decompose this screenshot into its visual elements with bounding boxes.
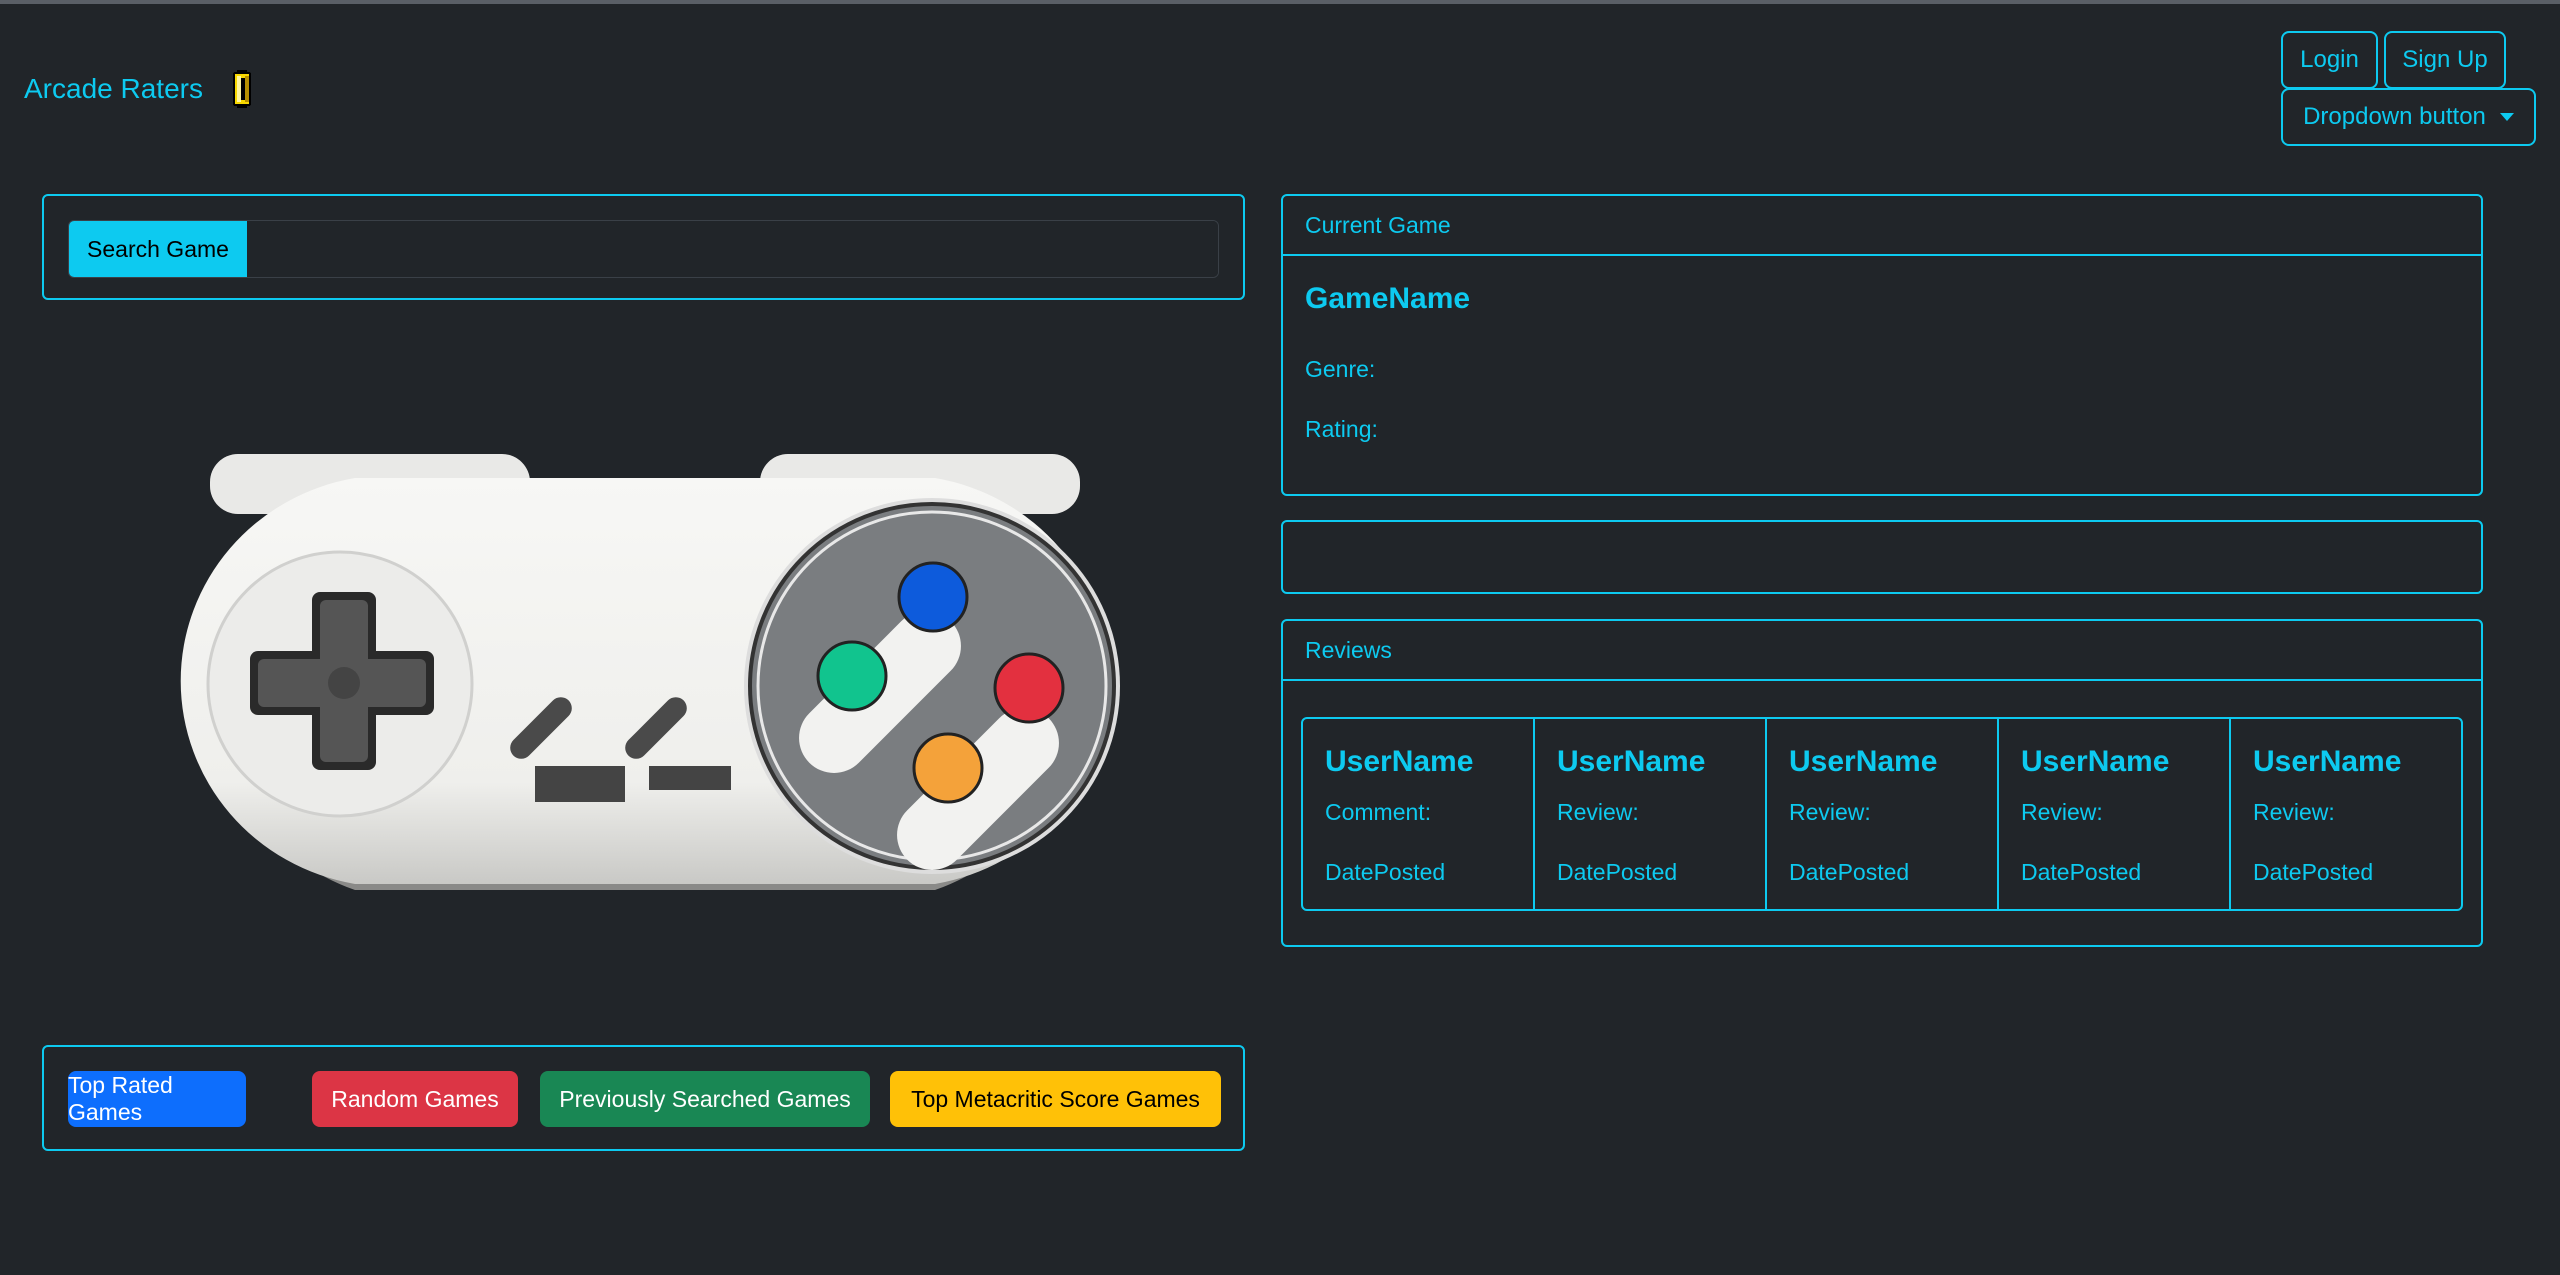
review-date: DatePosted bbox=[2021, 859, 2142, 885]
reviews-card: Reviews UserName Comment: DatePosted Use… bbox=[1281, 619, 2483, 947]
review-username: UserName bbox=[1789, 745, 1938, 778]
review-username: UserName bbox=[2253, 745, 2402, 778]
reviews-header: Reviews bbox=[1283, 621, 2481, 681]
review-item: UserName Comment: DatePosted bbox=[1303, 719, 1535, 909]
signup-button[interactable]: Sign Up bbox=[2384, 31, 2506, 89]
review-date: DatePosted bbox=[1789, 859, 1910, 885]
top-rated-games-button[interactable]: Top Rated Games bbox=[68, 1071, 246, 1127]
brand-title[interactable]: Arcade Raters bbox=[24, 73, 203, 105]
navbar-brand[interactable]: Arcade Raters bbox=[24, 70, 253, 108]
review-item: UserName Review: DatePosted bbox=[1535, 719, 1767, 909]
empty-card bbox=[1281, 520, 2483, 594]
reviews-list: UserName Comment: DatePosted UserName Re… bbox=[1301, 717, 2463, 911]
chevron-down-icon bbox=[2499, 113, 2514, 121]
random-games-button[interactable]: Random Games bbox=[312, 1071, 518, 1127]
review-label: Review: bbox=[1789, 799, 1871, 825]
previously-searched-games-button[interactable]: Previously Searched Games bbox=[540, 1071, 870, 1127]
game-name: GameName bbox=[1305, 282, 1471, 315]
search-game-button[interactable]: Search Game bbox=[69, 221, 247, 277]
review-label: Comment: bbox=[1325, 799, 1432, 825]
actions-card: Top Rated Games Random Games Previously … bbox=[42, 1045, 1245, 1151]
current-game-card: Current Game GameName Genre: Rating: bbox=[1281, 194, 2483, 496]
search-input[interactable] bbox=[247, 221, 1218, 277]
rating-label: Rating: bbox=[1305, 416, 1378, 442]
review-username: UserName bbox=[1557, 745, 1706, 778]
current-game-header: Current Game bbox=[1283, 196, 2481, 256]
search-card: Search Game bbox=[42, 194, 1245, 300]
top-metacritic-games-button[interactable]: Top Metacritic Score Games bbox=[890, 1071, 1221, 1127]
review-date: DatePosted bbox=[1557, 859, 1678, 885]
review-username: UserName bbox=[1325, 745, 1474, 778]
review-label: Review: bbox=[1557, 799, 1639, 825]
genre-label: Genre: bbox=[1305, 356, 1376, 382]
review-date: DatePosted bbox=[2253, 859, 2374, 885]
review-item: UserName Review: DatePosted bbox=[1999, 719, 2231, 909]
review-label: Review: bbox=[2021, 799, 2103, 825]
snes-controller-image bbox=[180, 454, 1120, 890]
dropdown-button[interactable]: Dropdown button bbox=[2281, 88, 2536, 146]
login-button[interactable]: Login bbox=[2281, 31, 2378, 89]
review-item: UserName Review: DatePosted bbox=[2231, 719, 2461, 909]
review-label: Review: bbox=[2253, 799, 2335, 825]
dropdown-label: Dropdown button bbox=[2303, 103, 2486, 130]
coin-icon bbox=[232, 70, 251, 108]
review-date: DatePosted bbox=[1325, 859, 1446, 885]
review-username: UserName bbox=[2021, 745, 2170, 778]
search-group: Search Game bbox=[68, 220, 1219, 278]
review-item: UserName Review: DatePosted bbox=[1767, 719, 1999, 909]
